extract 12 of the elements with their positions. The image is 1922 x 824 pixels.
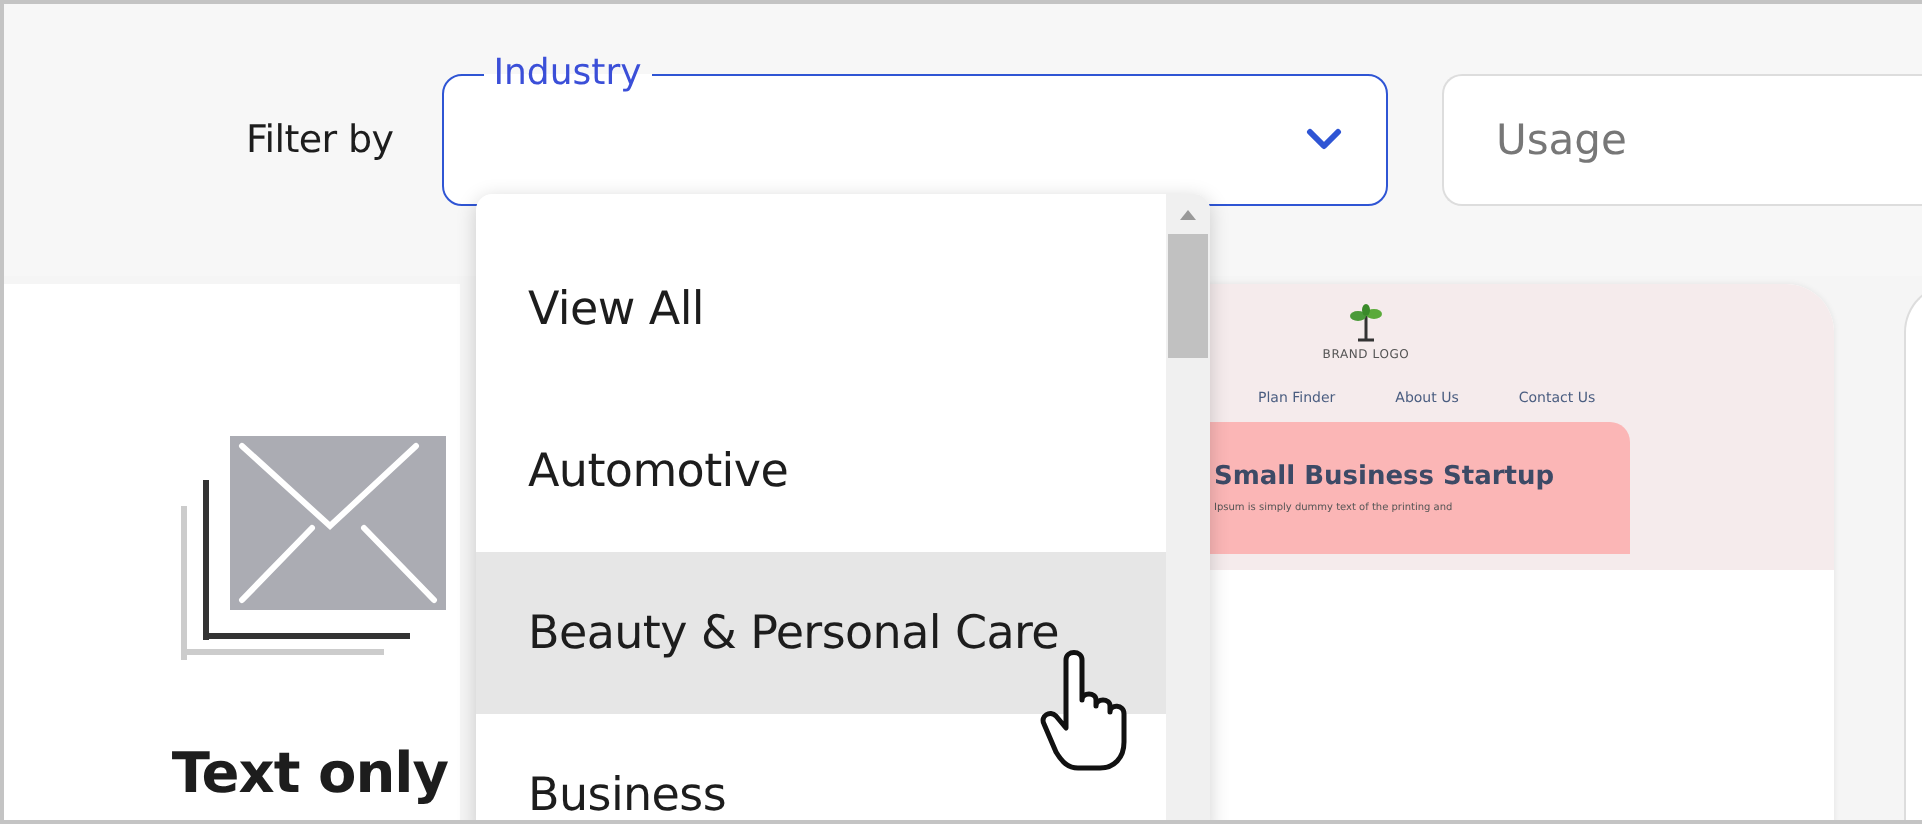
chevron-down-icon — [1306, 127, 1342, 151]
scrollbar-thumb[interactable] — [1168, 234, 1208, 358]
text-only-card[interactable]: Text only — [4, 284, 460, 820]
dropdown-option[interactable]: Beauty & Personal Care — [476, 552, 1166, 714]
card-title: Text only — [171, 740, 448, 806]
industry-select[interactable]: Industry — [441, 50, 1388, 206]
hero-headline: Small Business Startup — [1214, 462, 1557, 492]
industry-label: Industry — [491, 50, 644, 98]
filter-label: Filter by — [246, 118, 394, 162]
usage-field[interactable]: Usage — [1442, 74, 1922, 206]
scrollbar[interactable] — [1166, 194, 1210, 820]
plant-logo-icon — [1350, 304, 1382, 344]
